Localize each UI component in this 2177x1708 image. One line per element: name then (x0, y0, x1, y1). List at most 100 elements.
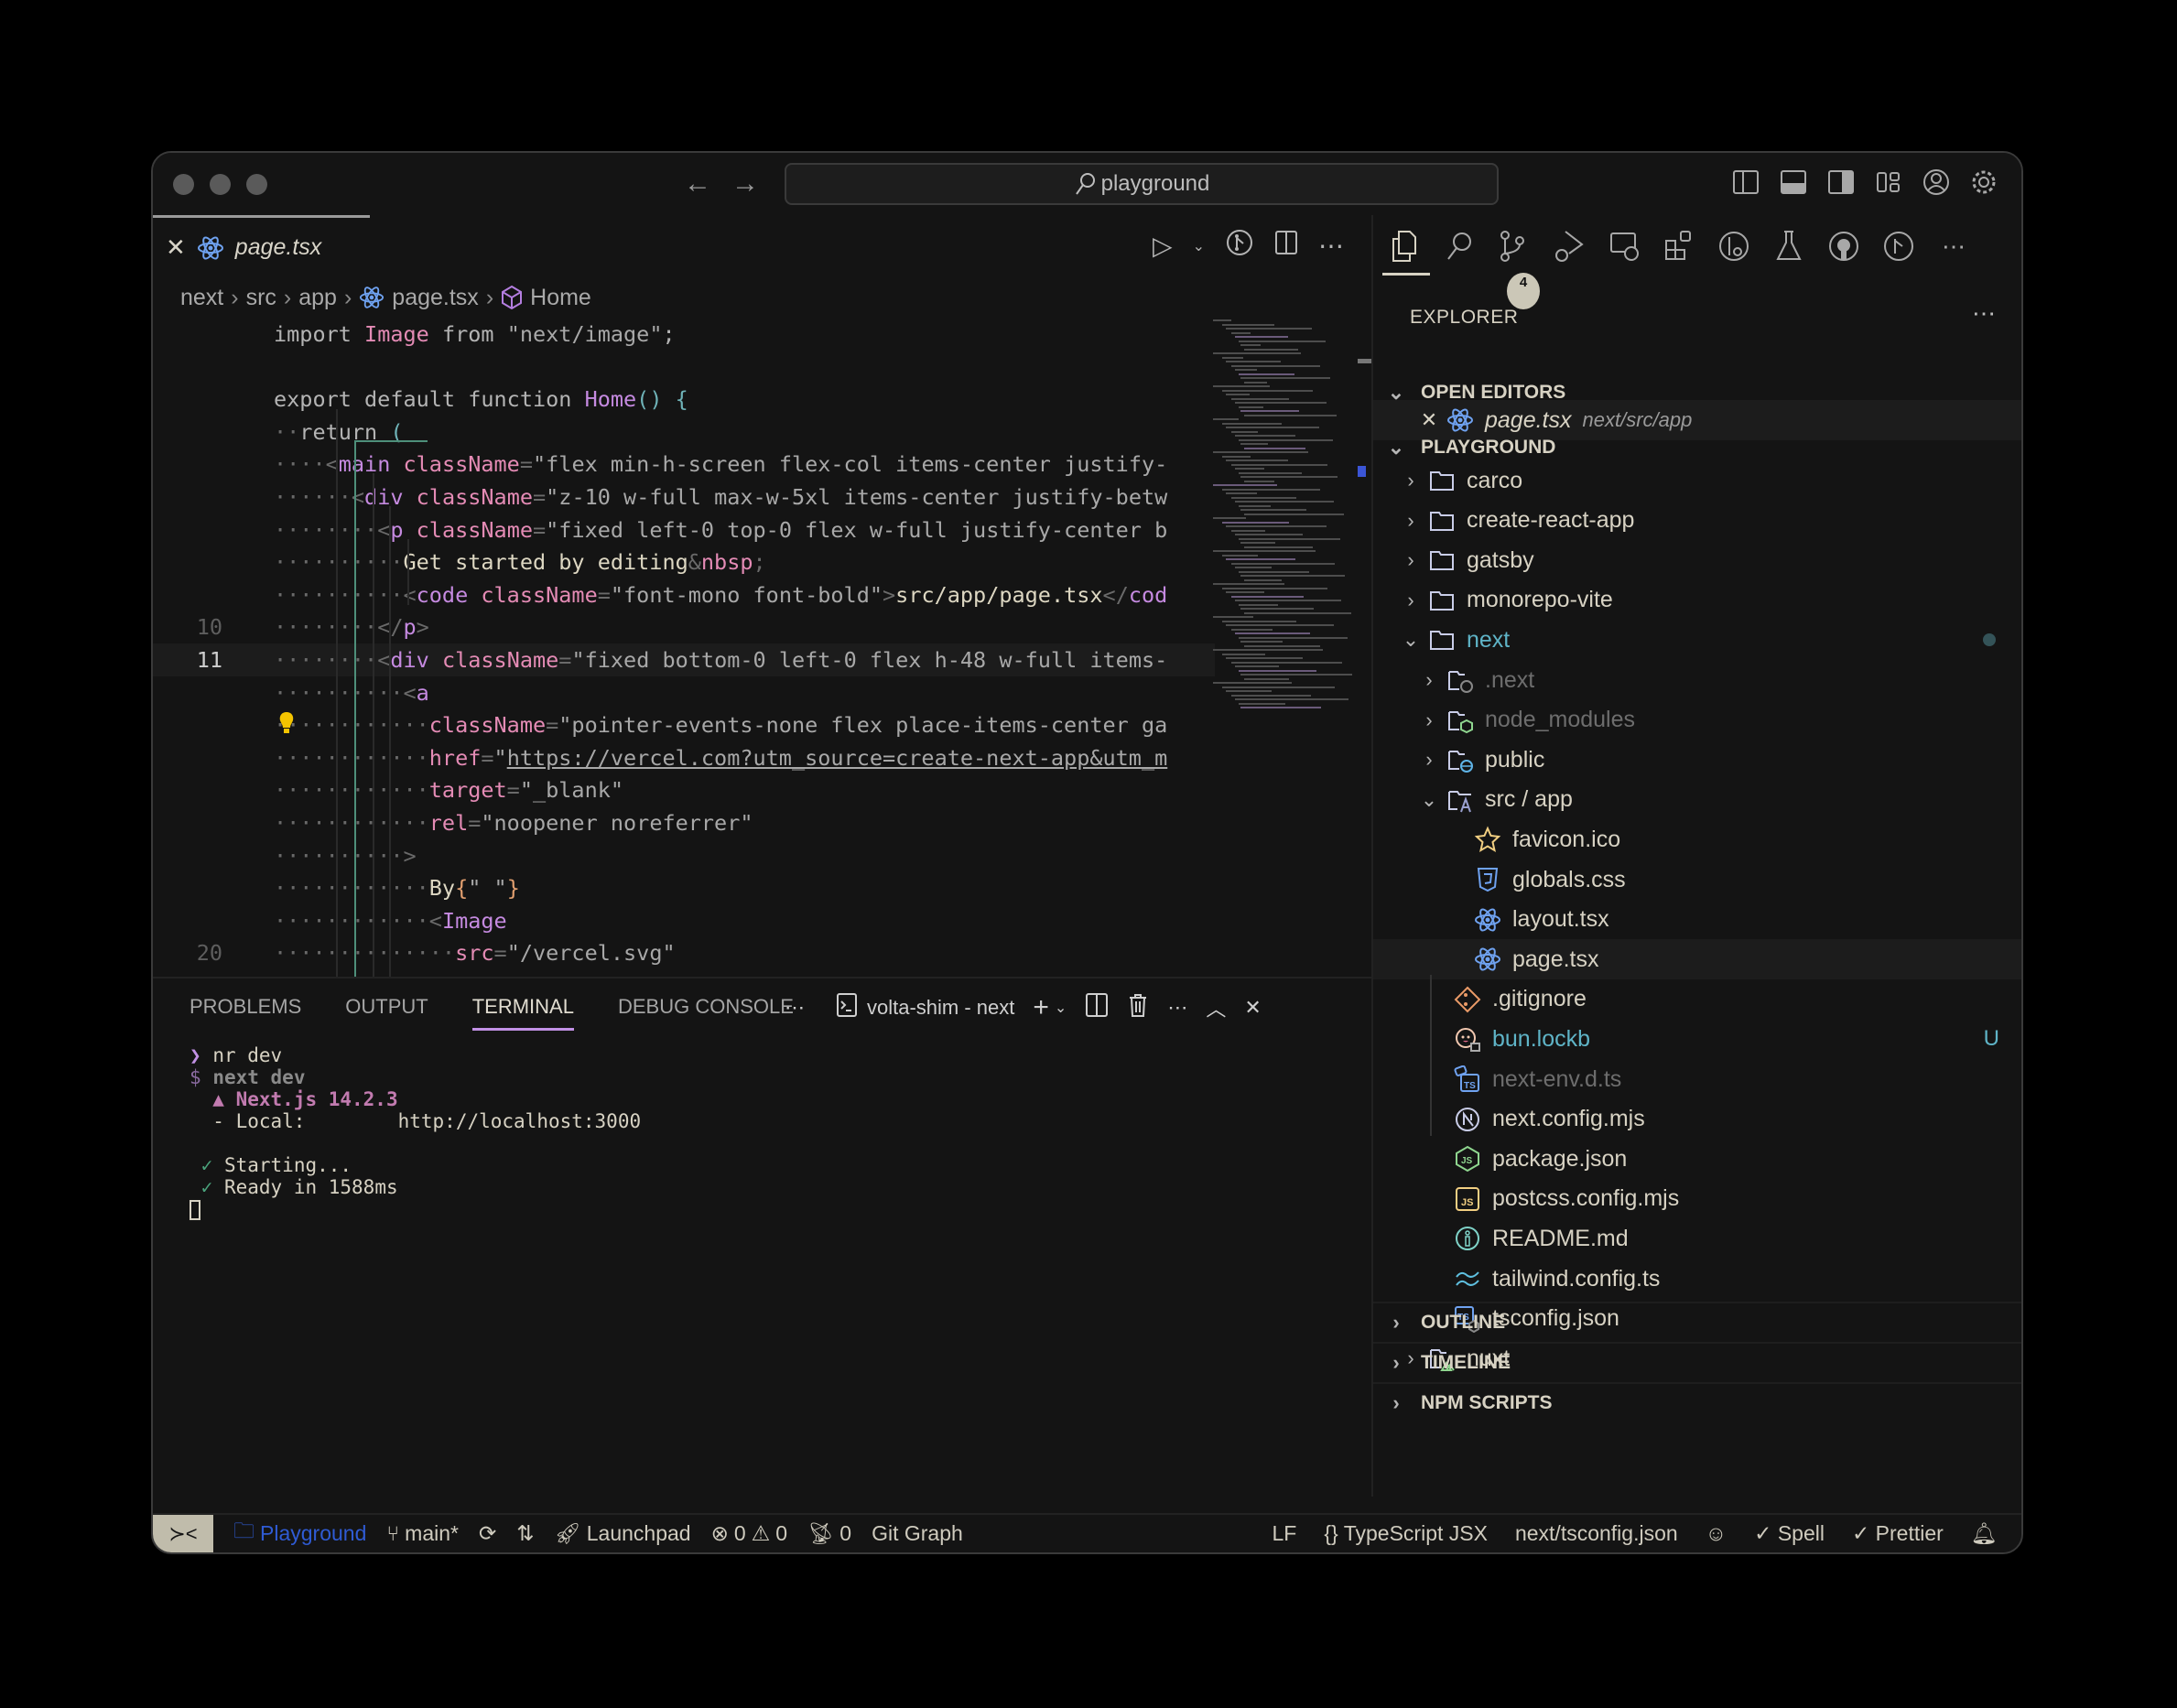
git-graph-icon[interactable] (1882, 228, 1915, 265)
back-button[interactable]: ← (684, 168, 711, 200)
tree-file[interactable]: next.config.mjs (1373, 1099, 2021, 1140)
eol-status[interactable]: LF (1273, 1521, 1297, 1546)
tree-file[interactable]: JS package.json (1373, 1139, 2021, 1179)
tree-file[interactable]: globals.css (1373, 859, 2021, 900)
tree-file[interactable]: .gitignore (1373, 979, 2021, 1020)
toggle-secondary-sidebar-icon[interactable] (1826, 166, 1857, 199)
kill-terminal-trash-icon[interactable] (1127, 991, 1149, 1024)
npm-scripts-section-header[interactable]: › NPM SCRIPTS (1373, 1382, 2021, 1422)
tree-folder[interactable]: › monorepo-vite (1373, 580, 2021, 621)
code-line[interactable]: import Image from "next/image"; (153, 318, 1215, 351)
minimize-window-button[interactable] (210, 174, 231, 195)
remote-explorer-icon[interactable] (1608, 228, 1641, 265)
tree-file[interactable]: page.tsx (1373, 939, 2021, 980)
code-line[interactable]: ············<Image (153, 904, 1215, 937)
toggle-primary-sidebar-icon[interactable] (1731, 166, 1761, 199)
code-line[interactable] (153, 351, 1215, 384)
tree-file[interactable]: JS postcss.config.mjs (1373, 1179, 2021, 1219)
outline-section-header[interactable]: › OUTLINE (1373, 1302, 2021, 1342)
chevron-right-icon[interactable]: › (1419, 708, 1439, 732)
code-line[interactable]: ····<main className="flex min-h-screen f… (153, 448, 1215, 481)
timeline-section-header[interactable]: › TIMELINE (1373, 1342, 2021, 1382)
chevron-right-icon[interactable]: › (1401, 509, 1421, 533)
language-status[interactable]: {} TypeScript JSX (1324, 1521, 1488, 1546)
code-line[interactable]: ··········<a (153, 676, 1215, 709)
tree-file[interactable]: bun.lockb U (1373, 1019, 2021, 1059)
breadcrumb-item[interactable]: next (180, 285, 223, 311)
workspace-section-header[interactable]: ⌄ PLAYGROUND (1373, 431, 2021, 464)
tree-folder[interactable]: › gatsby (1373, 540, 2021, 580)
code-line[interactable]: ············href="https://vercel.com?utm… (153, 741, 1215, 774)
ports-status[interactable]: 📡︎ 0 (807, 1521, 851, 1546)
tab-output[interactable]: OUTPUT (345, 995, 428, 1031)
breadcrumb-item[interactable]: page.tsx (392, 285, 479, 311)
command-center-search[interactable]: playground (785, 163, 1499, 205)
account-icon[interactable] (1922, 166, 1952, 199)
prettier-status[interactable]: ✓ Prettier (1852, 1521, 1944, 1546)
tree-folder[interactable]: › public (1373, 740, 2021, 780)
tsconfig-status[interactable]: next/tsconfig.json (1515, 1521, 1678, 1546)
forward-button[interactable]: → (731, 168, 759, 200)
close-editor-icon[interactable]: ✕ (1419, 408, 1439, 432)
chevron-right-icon[interactable]: › (1401, 589, 1421, 612)
tree-folder[interactable]: › carco (1373, 460, 2021, 501)
tree-file[interactable]: TS next-env.d.ts (1373, 1059, 2021, 1099)
run-dropdown-chevron-icon[interactable]: ⌄ (1193, 237, 1205, 255)
source-control-icon[interactable]: 4 (1498, 228, 1540, 309)
gitlens-icon[interactable] (1717, 228, 1750, 265)
extensions-icon[interactable] (1663, 228, 1695, 265)
terminal-name[interactable]: volta-shim - next (867, 996, 1014, 1020)
tree-folder[interactable]: › create-react-app (1373, 501, 2021, 541)
tab-debug-console[interactable]: DEBUG CONSOLE (618, 995, 794, 1031)
close-tab-icon[interactable]: ✕ (166, 233, 186, 262)
code-line[interactable]: ············By{" "} (153, 871, 1215, 904)
close-panel-icon[interactable]: ✕ (1244, 996, 1261, 1020)
breadcrumb-item[interactable]: app (298, 285, 337, 311)
split-terminal-icon[interactable] (1085, 991, 1109, 1024)
settings-gear-icon[interactable] (1969, 166, 1999, 199)
more-panel-tabs-icon[interactable]: ⋯ (785, 996, 805, 1020)
testing-flask-icon[interactable] (1772, 228, 1805, 265)
terminal-dropdown-chevron-icon[interactable]: ⌄ (1055, 999, 1067, 1017)
tree-folder[interactable]: ⌄ next (1373, 620, 2021, 660)
launchpad-status[interactable]: 🚀︎ Launchpad (555, 1521, 691, 1546)
tab-page-tsx[interactable]: ✕ page.tsx (153, 215, 370, 277)
code-line[interactable]: 10 ········</p> (153, 611, 1215, 643)
zoom-window-button[interactable] (246, 174, 267, 195)
chevron-right-icon[interactable]: › (1401, 469, 1421, 492)
code-editor[interactable]: 20 ··············src="/vercel.svg" ·······… (153, 318, 1215, 977)
run-debug-icon[interactable] (1553, 228, 1586, 265)
github-icon[interactable] (1827, 228, 1860, 265)
problems-status[interactable]: ⊗ 0 ⚠ 0 (711, 1521, 788, 1546)
explorer-files-icon[interactable] (1382, 228, 1430, 276)
chevron-right-icon[interactable]: › (1419, 748, 1439, 772)
tree-folder[interactable]: ⌄ src / app (1373, 780, 2021, 820)
chevron-down-icon[interactable]: ⌄ (1419, 788, 1439, 812)
git-graph-icon[interactable] (1225, 228, 1254, 264)
new-terminal-icon[interactable]: + (1033, 992, 1049, 1023)
git-graph-status[interactable]: Git Graph (872, 1521, 963, 1546)
code-line[interactable]: 11 ········<div className="fixed bottom-0… (153, 643, 1215, 676)
code-line[interactable]: ··········Get started by editing&nbsp; (153, 546, 1215, 578)
code-line[interactable]: export default function Home() { (153, 383, 1215, 416)
explorer-more-actions-icon[interactable]: ⋯ (1972, 299, 1996, 328)
more-actions-icon[interactable]: ⋯ (1318, 231, 1344, 261)
chevron-right-icon[interactable]: › (1419, 668, 1439, 692)
code-line[interactable]: ············className="pointer-events-no… (153, 708, 1215, 741)
remote-indicator-icon[interactable]: ≻< (153, 1515, 213, 1552)
breadcrumb-item[interactable]: Home (530, 285, 591, 311)
tab-terminal[interactable]: TERMINAL (471, 995, 574, 1031)
code-line[interactable]: ······<div className="z-10 w-full max-w-… (153, 481, 1215, 513)
panel-more-actions-icon[interactable]: ⋯ (1167, 996, 1187, 1020)
code-line[interactable]: ··return ( (153, 416, 1215, 449)
tab-problems[interactable]: PROBLEMS (190, 995, 301, 1031)
lightbulb-icon[interactable] (278, 711, 295, 735)
close-window-button[interactable] (173, 174, 194, 195)
terminal-output[interactable]: ❯ nr dev $ next dev ▲ Next.js 14.2.3 - L… (190, 1044, 641, 1220)
git-compare-icon[interactable]: ⇅ (516, 1521, 534, 1546)
local-url[interactable]: http://localhost:3000 (398, 1110, 642, 1132)
code-line[interactable]: ··········<code className="font-mono fon… (153, 578, 1215, 611)
code-line[interactable]: ········<p className="fixed left-0 top-0… (153, 513, 1215, 546)
workspace-status[interactable]: 🗀 Playground (233, 1516, 366, 1551)
tree-folder[interactable]: › node_modules (1373, 700, 2021, 740)
